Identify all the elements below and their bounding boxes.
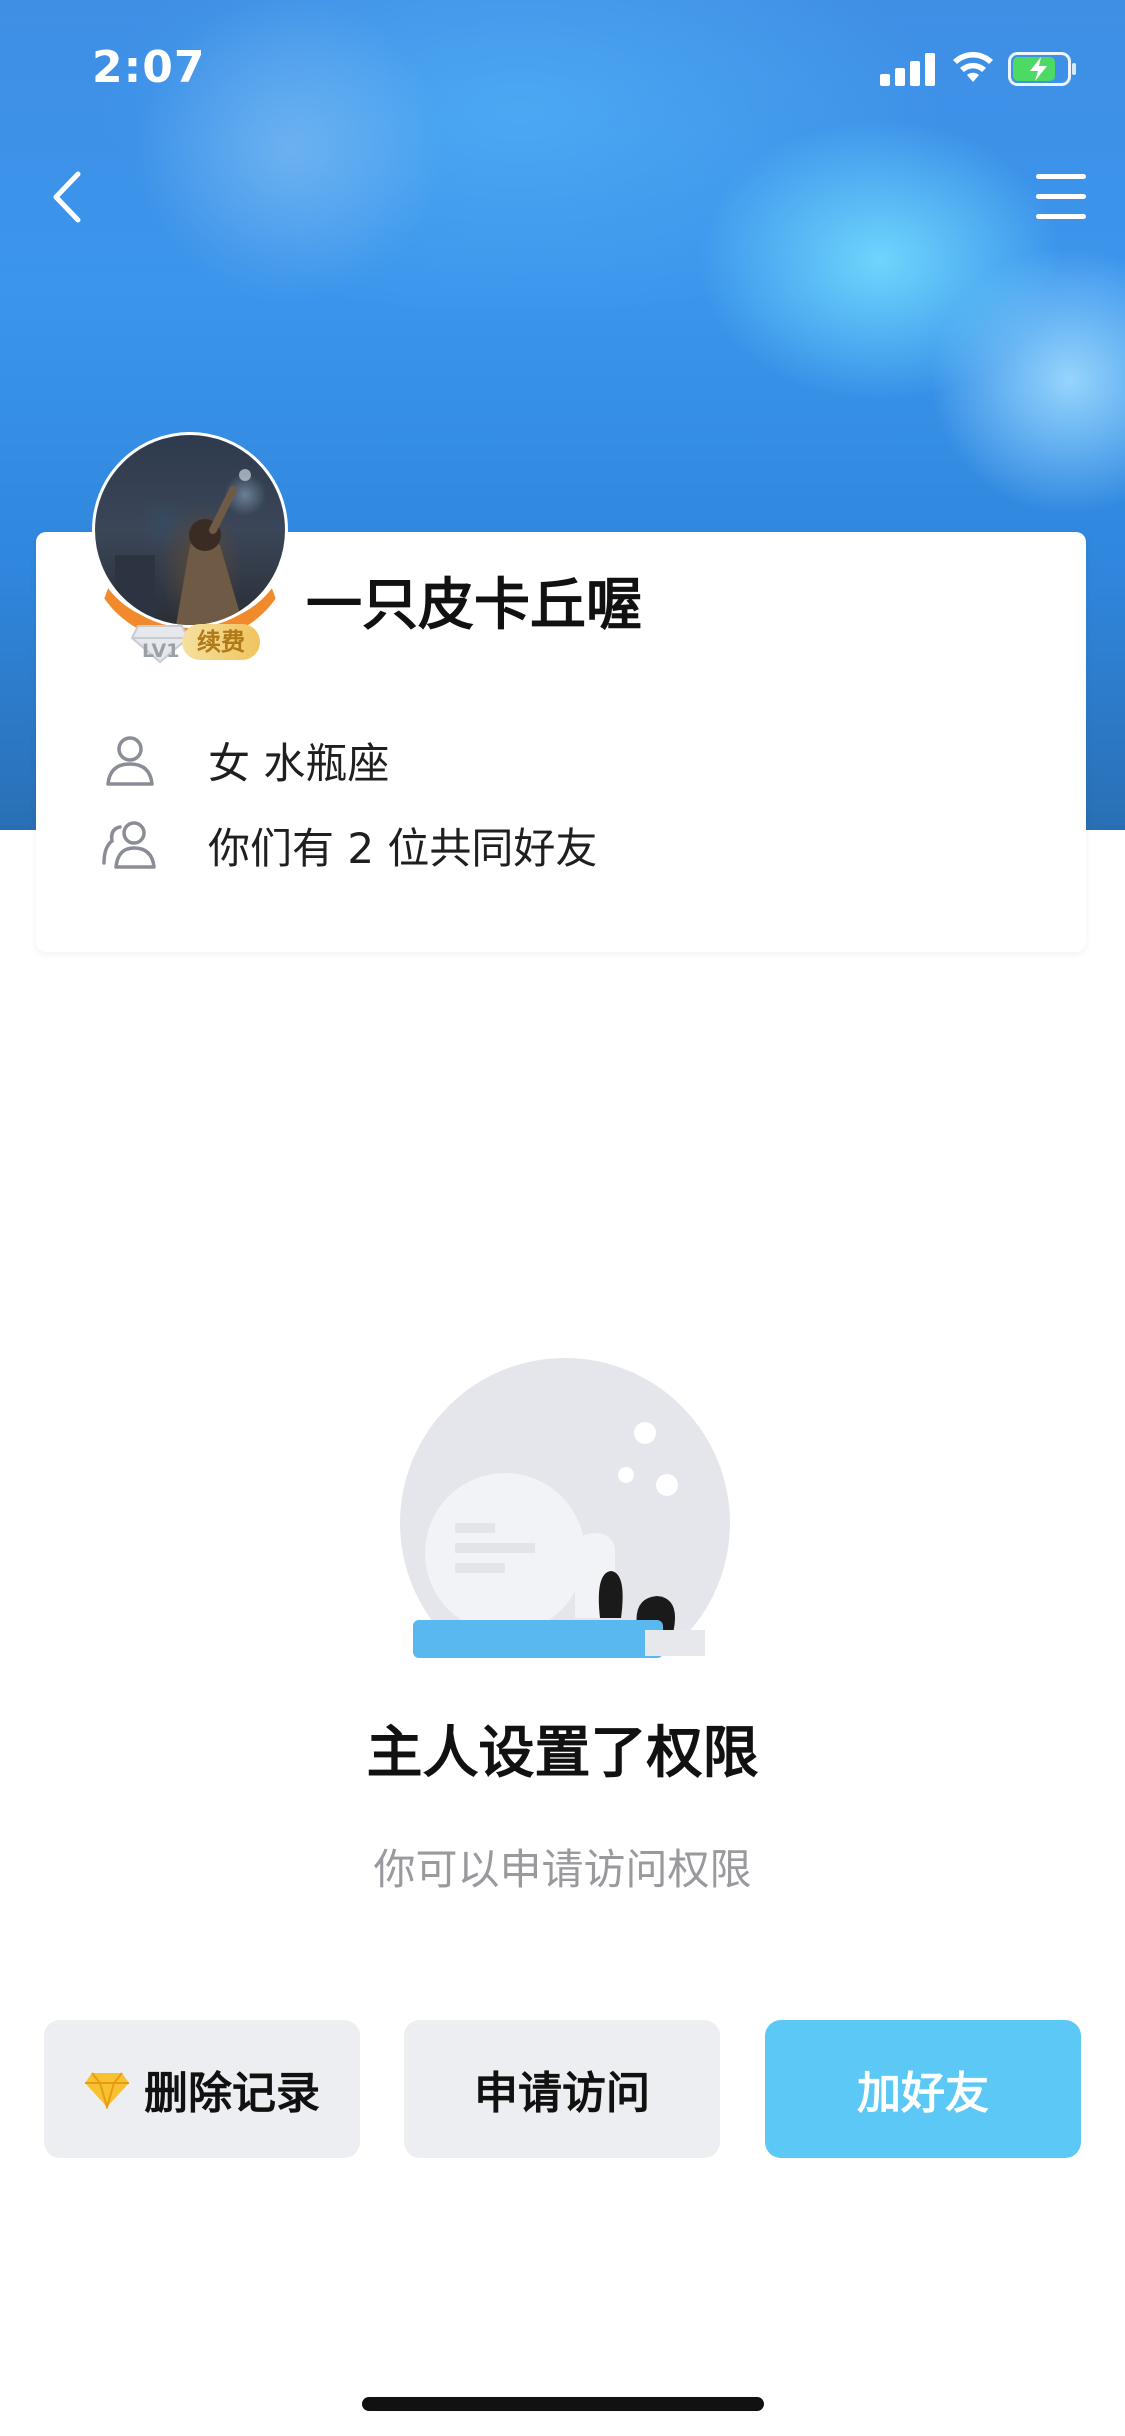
nickname: 一只皮卡丘喔 [306,573,642,638]
add-friend-button[interactable]: 加好友 [765,2020,1081,2158]
delete-record-button[interactable]: 删除记录 [44,2020,360,2158]
vip-badge[interactable]: LV1 续费 [130,620,260,664]
vip-renew-label: 续费 [182,624,260,660]
gem-icon [85,2072,129,2109]
status-time: 2:07 [92,42,206,93]
locked-igloo-illustration [400,1358,730,1658]
info-row-gender: 女 水瓶座 [100,730,389,790]
cellular-signal-icon [880,52,936,86]
wifi-icon [953,52,993,82]
delete-record-label: 删除记录 [144,2068,320,2119]
permission-title: 主人设置了权限 [366,1721,759,1786]
info-row-mutual[interactable]: 你们有 2 位共同好友 [100,815,597,875]
vip-level: LV1 [142,640,180,662]
gender-zodiac-text: 女 水瓶座 [208,738,390,788]
request-access-label: 申请访问 [474,2068,650,2119]
menu-icon[interactable] [1030,170,1090,224]
person-icon [106,736,154,786]
mutual-friends-icon [102,821,156,869]
mutual-friends-text: 你们有 2 位共同好友 [208,823,598,873]
avatar[interactable] [88,432,292,642]
permission-subtitle: 你可以申请访问权限 [373,1845,752,1894]
request-access-button[interactable]: 申请访问 [404,2020,720,2158]
battery-charging-icon [1008,52,1076,86]
add-friend-label: 加好友 [857,2068,989,2119]
back-arrow-icon[interactable] [38,160,98,234]
status-bar: 2:07 [0,0,1125,135]
avatar-image [92,432,288,628]
home-indicator[interactable] [362,2397,764,2411]
